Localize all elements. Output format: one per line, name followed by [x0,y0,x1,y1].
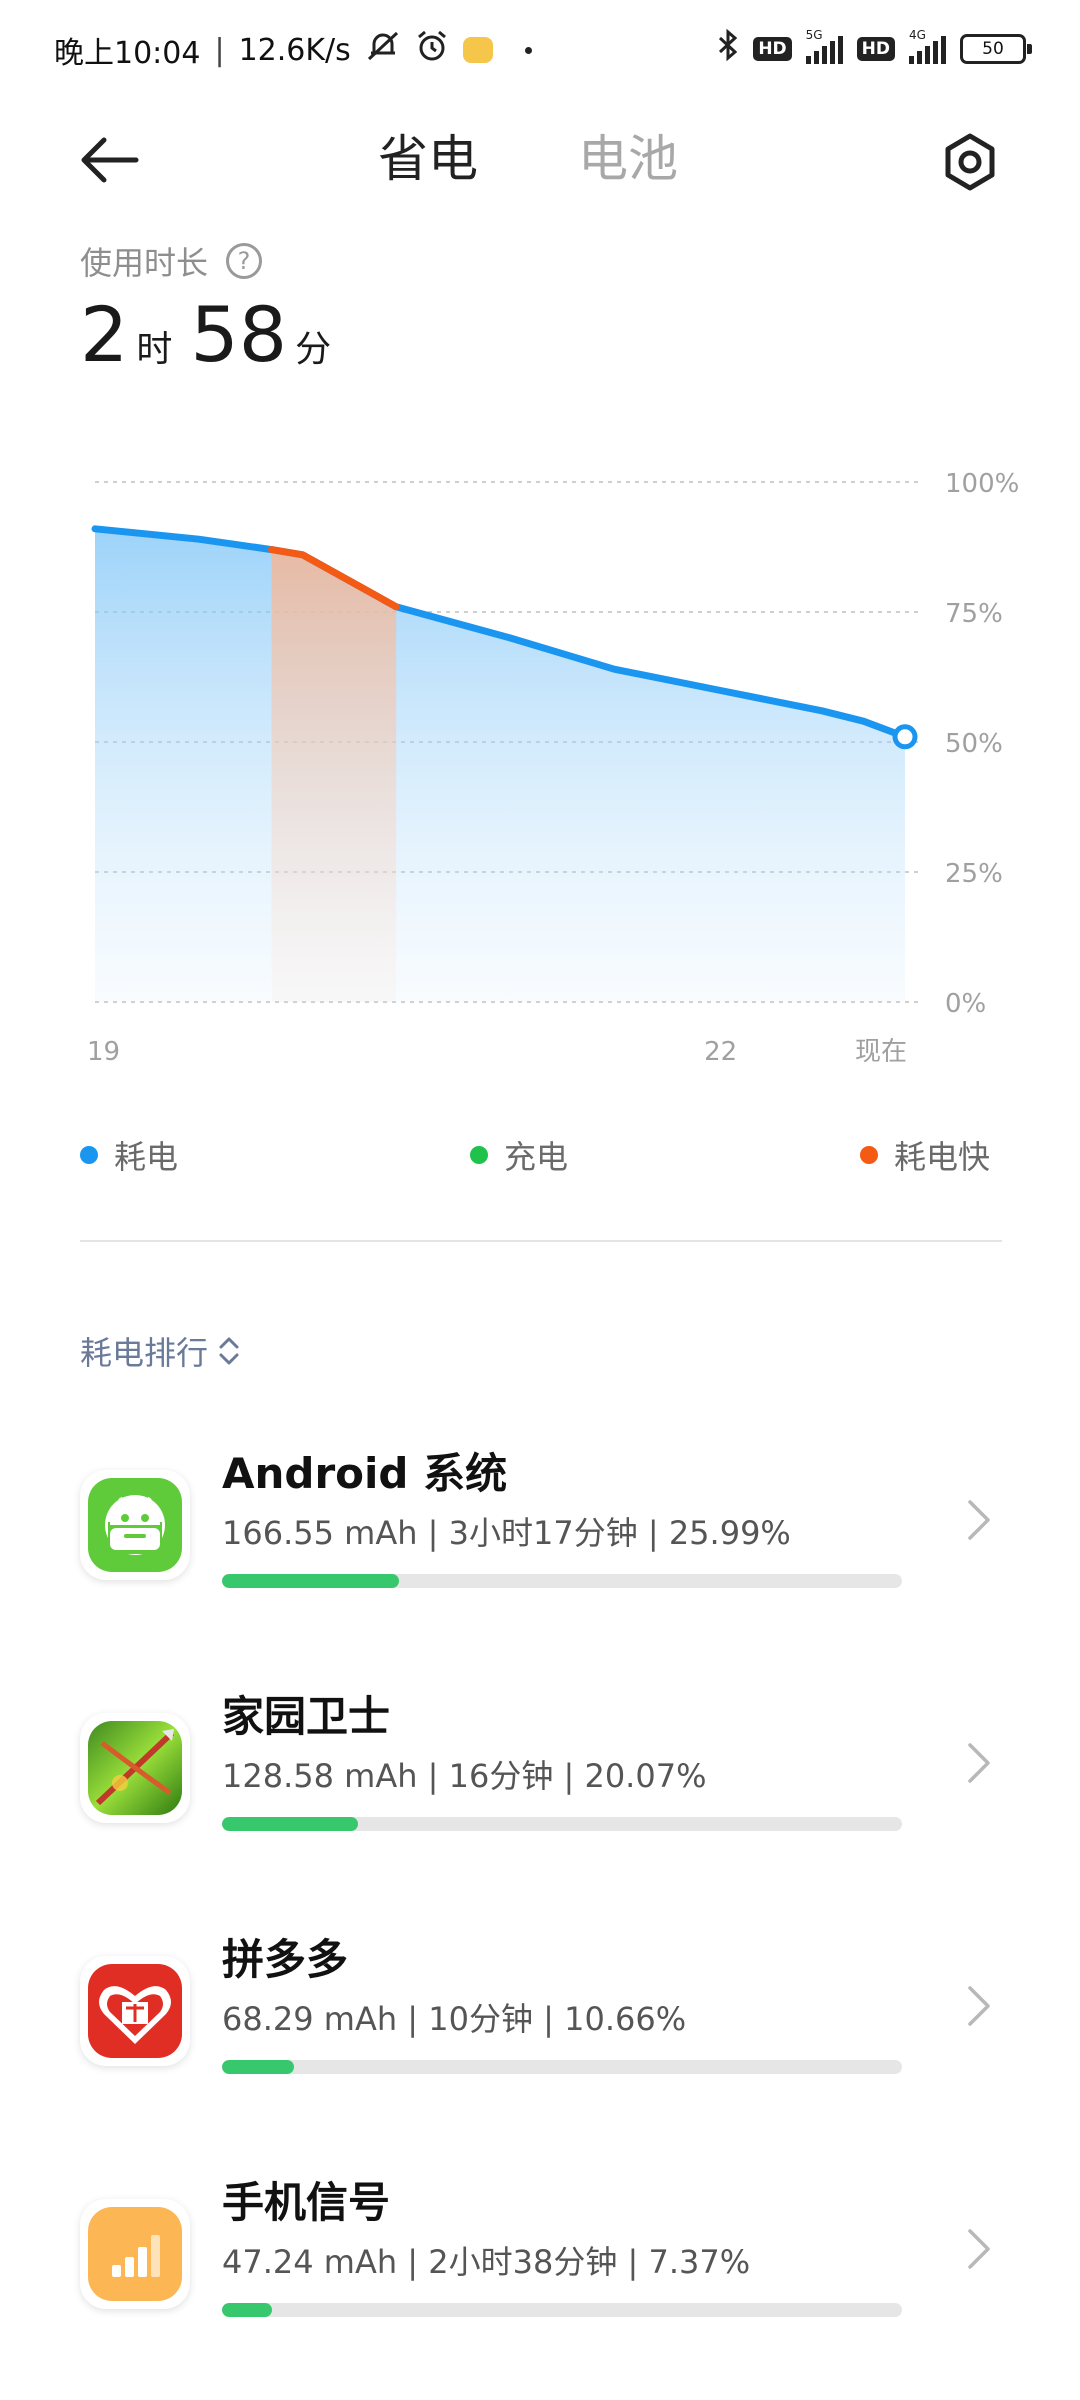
usage-bar-track [222,2303,902,2317]
usage-duration-value: 2 时 58 分 [80,290,341,379]
usage-bar-fill [222,1574,399,1588]
signal-4g-icon: 4G [909,28,946,64]
legend-drain: 耗电 [80,1132,178,1178]
ranking-sort-toggle[interactable]: 耗电排行 [80,1328,242,1374]
battery-chart: 100% 75% 50% 25% 0% 19 22 现在 [0,440,1080,1080]
app-row-home-guard[interactable]: 家园卫士 128.58 mAh | 16分钟 | 20.07% [0,1663,1080,1883]
app-name: 手机信号 [222,2178,391,2227]
status-bar-left: 晚上10:04 | 12.6K/s [54,28,532,72]
chevron-right-icon [968,2229,990,2269]
battery-icon: 50 [960,33,1032,64]
x-tick-label: 19 [87,1037,120,1067]
legend-charge: 充电 [470,1132,568,1178]
divider [80,1240,1002,1242]
y-tick-label: 75% [945,599,1003,629]
chevron-right-icon [968,1986,990,2026]
chart-legend: 耗电 充电 耗电快 [0,1132,1080,1182]
network-speed: 12.6K/s [238,32,351,68]
message-notification-icon [462,37,493,63]
status-time: 晚上10:04 [54,36,201,71]
legend-charge-label: 充电 [504,1138,569,1176]
usage-minutes-unit: 分 [295,329,332,370]
usage-bar-fill [222,2060,295,2074]
usage-bar-fill [222,1817,359,1831]
y-tick-label: 50% [945,729,1003,759]
drain-area [95,528,905,1002]
app-name: 拼多多 [222,1935,349,1984]
gear-icon [945,133,995,191]
alarm-icon [415,29,449,71]
more-notifications-icon [524,46,532,54]
app-row-android-system[interactable]: Android 系统 166.55 mAh | 3小时17分钟 | 25.99% [0,1420,1080,1640]
chevron-right-icon [968,1743,990,1783]
usage-bar-track [222,1817,902,1831]
back-button[interactable] [76,130,156,190]
ranking-label: 耗电排行 [80,1334,209,1372]
fast-drain-area [271,549,397,1002]
usage-bar-track [222,1574,902,1588]
legend-drain-dot [80,1146,98,1164]
battery-chart-svg: 100% 75% 50% 25% 0% 19 22 现在 [87,469,1019,1067]
usage-label-text: 使用时长 [80,244,209,282]
help-icon[interactable]: ? [226,243,263,279]
status-divider: | [214,32,225,68]
signal-icon [80,2199,190,2309]
x-tick-label: 现在 [855,1037,907,1067]
chevron-right-icon [968,1500,990,1540]
settings-button[interactable] [938,130,1002,194]
usage-minutes: 58 [190,290,288,379]
tab-bar: 省电 电池 [378,124,678,194]
y-tick-label: 0% [945,989,986,1019]
hd-badge-2: HD [856,36,895,61]
tab-power-saving[interactable]: 省电 [378,124,478,194]
y-tick-label: 25% [945,859,1003,889]
usage-hours: 2 [80,290,129,379]
legend-drain-label: 耗电 [114,1138,179,1176]
home-guard-game-icon [80,1713,190,1823]
legend-fast-drain-label: 耗电快 [894,1138,991,1176]
header: 省电 电池 [0,110,1080,210]
app-stats: 47.24 mAh | 2小时38分钟 | 7.37% [222,2243,751,2281]
legend-charge-dot [470,1146,488,1164]
sort-chevrons-icon [219,1337,239,1365]
y-tick-label: 100% [945,469,1019,499]
x-tick-label: 22 [704,1037,737,1067]
app-stats: 68.29 mAh | 10分钟 | 10.66% [222,2000,687,2038]
hd-badge-1: HD [753,36,792,61]
signal-5g-icon: 5G [805,28,843,64]
legend-fast-drain: 耗电快 [860,1132,990,1178]
usage-bar-track [222,2060,902,2074]
mute-icon [365,29,401,71]
legend-fast-drain-dot [860,1146,878,1164]
status-bar: 晚上10:04 | 12.6K/s HD 5G HD 4G 50 [0,0,1080,100]
app-stats: 128.58 mAh | 16分钟 | 20.07% [222,1757,707,1795]
bluetooth-icon [717,28,739,69]
app-row-phone-signal[interactable]: 手机信号 47.24 mAh | 2小时38分钟 | 7.37% [0,2149,1080,2369]
pinduoduo-icon [80,1956,190,2066]
app-name: Android 系统 [222,1449,508,1498]
usage-bar-fill [222,2303,273,2317]
status-bar-right: HD 5G HD 4G 50 [717,28,1032,69]
usage-hours-unit: 时 [136,329,173,370]
app-name: 家园卫士 [222,1692,391,1741]
current-level-marker [892,724,918,750]
tab-battery[interactable]: 电池 [578,124,678,194]
back-arrow-icon [81,137,139,183]
android-icon [80,1470,190,1580]
usage-duration-label: 使用时长 ? [80,238,263,284]
app-row-pinduoduo[interactable]: 拼多多 68.29 mAh | 10分钟 | 10.66% [0,1906,1080,2126]
app-stats: 166.55 mAh | 3小时17分钟 | 25.99% [222,1514,791,1552]
